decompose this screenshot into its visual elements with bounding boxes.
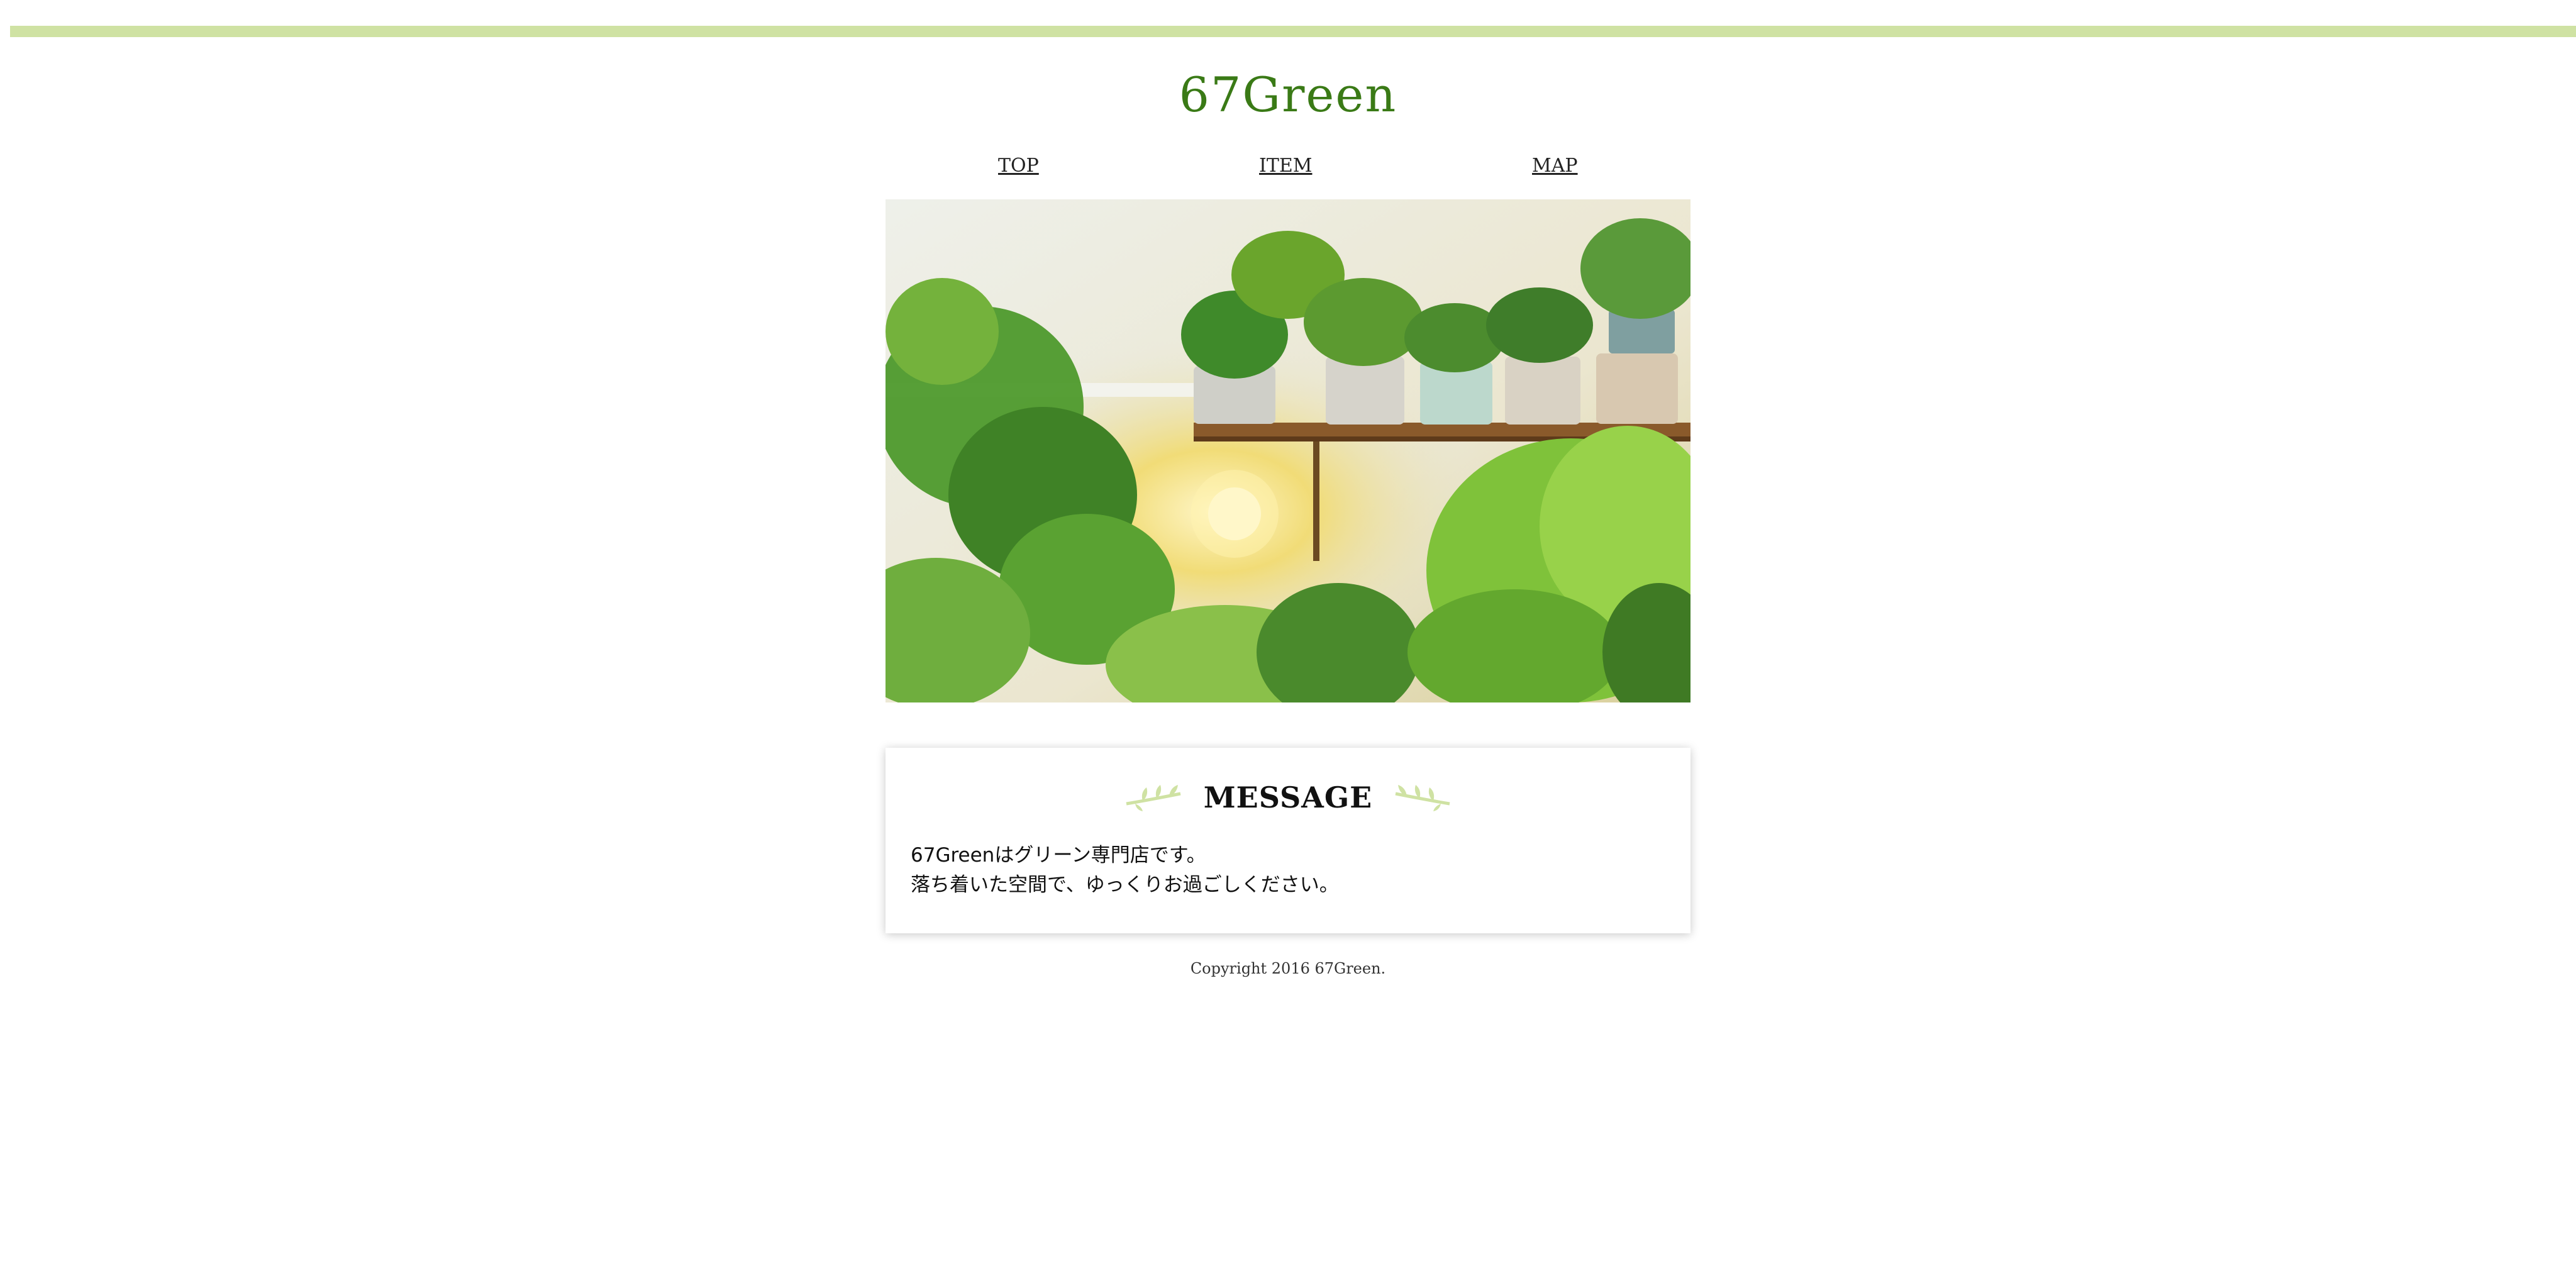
main-nav: TOP ITEM MAP	[887, 155, 1692, 180]
site-logo[interactable]: 67Green	[0, 67, 2576, 123]
message-title: MESSAGE	[1203, 780, 1373, 814]
nav-link-map[interactable]: MAP	[1532, 155, 1578, 177]
leaf-ornament-right-icon	[1395, 785, 1450, 811]
nav-link-top[interactable]: TOP	[998, 155, 1039, 177]
leaf-ornament-left-icon	[1126, 785, 1181, 811]
message-heading: MESSAGE	[886, 780, 1690, 818]
message-line: 67Greenはグリーン専門店です。	[911, 844, 1206, 867]
plants-on-shelf-photo	[886, 199, 1690, 702]
message-text: 67Greenはグリーン専門店です。 落ち着いた空間で、ゆっくりお過ごしください…	[911, 841, 1665, 900]
message-card: MESSAGE 67Greenはグリーン専門店です。 落ち着いた空間で、ゆっくり…	[886, 748, 1690, 933]
message-line: 落ち着いた空間で、ゆっくりお過ごしください。	[911, 874, 1339, 896]
copyright-text: Copyright 2016 67Green.	[1190, 960, 1386, 977]
hero-image	[886, 199, 1690, 702]
nav-link-item[interactable]: ITEM	[1259, 155, 1312, 177]
top-accent-bar	[10, 26, 2576, 37]
